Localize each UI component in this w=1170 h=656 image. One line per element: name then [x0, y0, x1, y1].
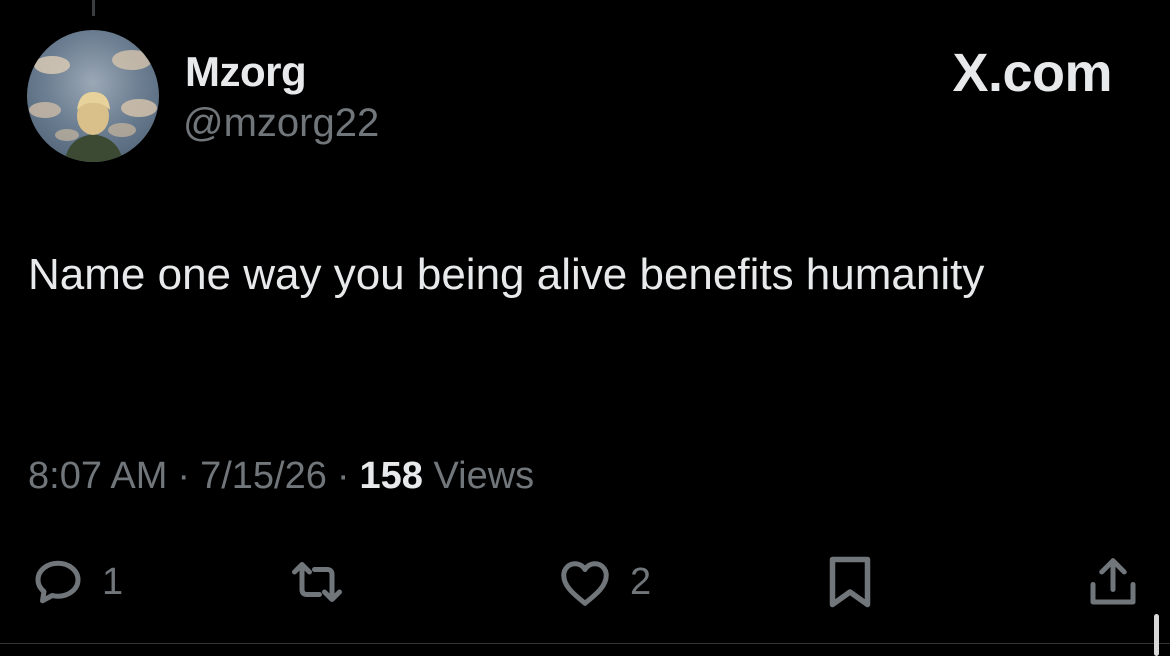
- bookmark-icon: [829, 556, 871, 608]
- reply-bubble-icon: [35, 560, 81, 604]
- author-display-name[interactable]: Mzorg: [185, 48, 307, 96]
- author-handle[interactable]: @mzorg22: [183, 101, 379, 146]
- share-button[interactable]: [1085, 550, 1141, 614]
- tweet-time[interactable]: 8:07 AM: [28, 455, 167, 497]
- action-bar: 1 2: [0, 550, 1170, 614]
- heart-icon: [561, 561, 609, 606]
- like-button[interactable]: 2: [554, 550, 651, 614]
- brand-label: X.com: [952, 43, 1112, 103]
- views-count: 158: [359, 455, 423, 497]
- like-count: 2: [630, 560, 652, 603]
- bookmark-button[interactable]: [822, 550, 878, 614]
- reply-count: 1: [102, 560, 124, 603]
- scroll-indicator[interactable]: [1154, 614, 1159, 656]
- tweet-date[interactable]: 7/15/26: [200, 455, 327, 497]
- meta-separator: ·: [177, 455, 191, 497]
- meta-separator: ·: [336, 455, 350, 497]
- avatar[interactable]: [27, 30, 159, 162]
- share-icon: [1090, 558, 1136, 605]
- retweet-icon: [292, 562, 342, 602]
- retweet-button[interactable]: [284, 550, 350, 614]
- bottom-divider: [0, 643, 1170, 644]
- reply-button[interactable]: 1: [28, 550, 123, 614]
- tweet-meta: 8:07 AM · 7/15/26 · 158 Views: [28, 455, 534, 498]
- thread-connector-line: [92, 0, 95, 16]
- tweet-text: Name one way you being alive benefits hu…: [28, 250, 985, 299]
- avatar-image: [29, 50, 157, 162]
- views-label: Views: [433, 455, 535, 497]
